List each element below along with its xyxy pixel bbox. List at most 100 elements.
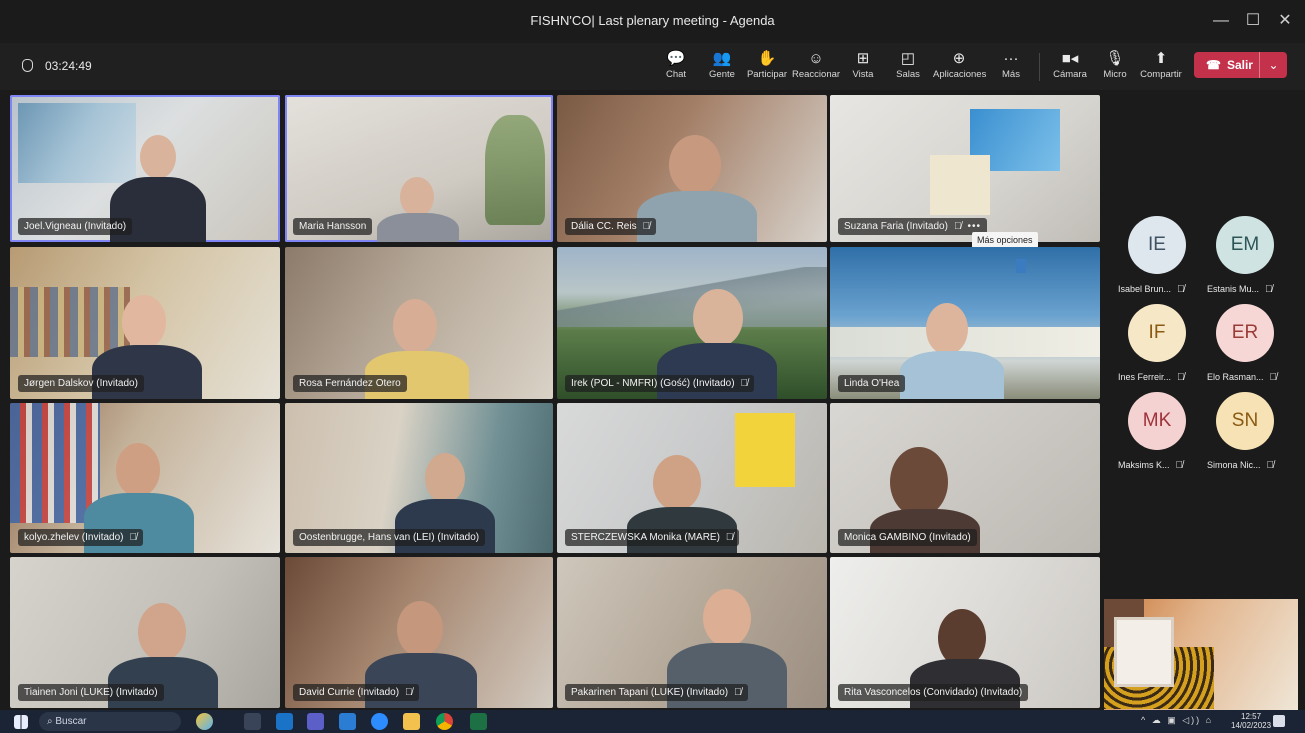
muted-mic-icon: 🎙̸ xyxy=(1175,460,1184,471)
participant-name: STERCZEWSKA Monika (MARE) 🎙̸ xyxy=(565,529,740,546)
react-button[interactable]: ☺ Reaccionar xyxy=(792,49,840,85)
outlook-icon[interactable] xyxy=(276,713,293,730)
self-view-video[interactable] xyxy=(1104,599,1298,710)
participant-name: Linda O'Hea xyxy=(838,375,906,392)
windows-start-icon[interactable] xyxy=(14,715,28,729)
hand-icon: ✋ xyxy=(757,50,777,67)
close-button[interactable]: ✕ xyxy=(1270,8,1300,34)
notification-icon[interactable] xyxy=(1273,715,1285,727)
video-tile[interactable]: Irek (POL - NMFRI) (Gość) (Invitado) 🎙̸ xyxy=(557,247,827,399)
participant-name: Rita Vasconcelos (Convidado) (Invitado) xyxy=(838,684,1029,701)
maximize-button[interactable]: ☐ xyxy=(1238,8,1268,34)
camera-button[interactable]: ■◂ Cámara xyxy=(1052,49,1088,85)
clock-time: 12:57 xyxy=(1241,712,1262,721)
participant-body xyxy=(900,351,1004,399)
video-tile[interactable]: Jørgen Dalskov (Invitado) xyxy=(10,247,280,399)
video-tile[interactable]: Oostenbrugge, Hans van (LEI) (Invitado) xyxy=(285,403,553,553)
participant-video xyxy=(397,601,443,657)
video-tile[interactable]: Rosa Fernández Otero xyxy=(285,247,553,399)
muted-mic-icon: 🎙̸ xyxy=(129,532,138,543)
participant-video xyxy=(140,135,176,179)
avatar[interactable]: IF xyxy=(1128,304,1186,362)
clock-date: 14/02/2023 xyxy=(1231,721,1272,730)
teams-window: FISHN'CO| Last plenary meeting - Agenda … xyxy=(0,0,1305,733)
avatar[interactable]: MK xyxy=(1128,392,1186,450)
taskbar-search[interactable]: ⌕ Buscar xyxy=(39,712,181,731)
audio-participants-panel: IE Isabel Brun... 🎙̸ EM Estanis Mu... 🎙̸ I… xyxy=(1100,90,1305,598)
teams-icon[interactable] xyxy=(307,713,324,730)
muted-mic-icon: 🎙̸ xyxy=(405,687,413,698)
video-tile[interactable]: Linda O'Hea xyxy=(830,247,1100,399)
video-tile[interactable]: kolyo.zhelev (Invitado) 🎙̸ xyxy=(10,403,280,553)
participant-body xyxy=(637,191,757,242)
participant-name: Pakarinen Tapani (LUKE) (Invitado) 🎙̸ xyxy=(565,684,748,701)
video-tile[interactable]: Joel.Vigneau (Invitado) xyxy=(10,95,280,242)
video-tile[interactable]: David Currie (Invitado) 🎙̸ xyxy=(285,557,553,708)
muted-mic-icon: 🎙̸ xyxy=(953,221,962,232)
participant-name: Joel.Vigneau (Invitado) xyxy=(18,218,133,235)
taskbar-clock[interactable]: 12:57 14/02/2023 xyxy=(1231,712,1271,730)
view-label: Vista xyxy=(852,69,874,80)
minimize-button[interactable]: — xyxy=(1206,8,1236,34)
leave-label: Salir xyxy=(1226,58,1253,72)
chat-button[interactable]: 💬 Chat xyxy=(660,49,692,85)
rooms-button[interactable]: ◰ Salas xyxy=(893,49,923,85)
participant-name: Irek (POL - NMFRI) (Gość) (Invitado) 🎙̸ xyxy=(565,375,755,392)
avatar-name: Simona Nic... 🎙̸ xyxy=(1207,460,1275,471)
word-icon[interactable] xyxy=(339,713,356,730)
people-icon: 👥 xyxy=(712,50,732,67)
video-tile[interactable]: Rita Vasconcelos (Convidado) (Invitado) xyxy=(830,557,1100,708)
participant-video xyxy=(653,455,701,511)
people-label: Gente xyxy=(709,69,735,80)
camera-label: Cámara xyxy=(1053,69,1087,80)
mic-button[interactable]: 🎙 Micro xyxy=(1100,49,1130,85)
avatar-name: Elo Rasman... 🎙̸ xyxy=(1207,372,1278,383)
video-tile[interactable]: Maria Hansson xyxy=(285,95,553,242)
participant-video xyxy=(669,135,721,195)
participant-video xyxy=(138,603,186,661)
participant-name: Monica GAMBINO (Invitado) xyxy=(838,529,977,546)
toolbar-divider xyxy=(1039,53,1040,81)
video-tile[interactable]: Monica GAMBINO (Invitado) xyxy=(830,403,1100,553)
elapsed-time: 03:24:49 xyxy=(45,59,92,73)
camera-icon: ■◂ xyxy=(1061,50,1079,67)
video-tile[interactable]: Dália CC. Reis 🎙̸ xyxy=(557,95,827,242)
avatar[interactable]: ER xyxy=(1216,304,1274,362)
avatar[interactable]: IE xyxy=(1128,216,1186,274)
people-button[interactable]: 👥 Gente xyxy=(704,49,740,85)
leave-button[interactable]: ☎ Salir ⌄ xyxy=(1194,52,1287,78)
more-button[interactable]: ··· Más xyxy=(996,49,1026,85)
leave-options-chevron-icon[interactable]: ⌄ xyxy=(1259,52,1287,78)
avatar[interactable]: SN xyxy=(1216,392,1274,450)
share-icon: ⬆ xyxy=(1154,50,1168,67)
video-tile[interactable]: STERCZEWSKA Monika (MARE) 🎙̸ xyxy=(557,403,827,553)
share-button[interactable]: ⬆ Compartir xyxy=(1138,49,1184,85)
muted-mic-icon: 🎙̸ xyxy=(1265,284,1273,295)
avatar-name: Ines Ferreir... 🎙̸ xyxy=(1118,372,1185,383)
view-button[interactable]: ⊞ Vista xyxy=(848,49,878,85)
meeting-timer: 03:24:49 xyxy=(22,59,92,73)
video-tile[interactable]: Tiainen Joni (LUKE) (Invitado) xyxy=(10,557,280,708)
avatar-name: Estanis Mu... 🎙̸ xyxy=(1207,284,1273,295)
system-tray[interactable]: ^ ☁ ▣ ◁)) ⌂ xyxy=(1141,715,1213,726)
muted-mic-icon: 🎙̸ xyxy=(740,378,749,389)
windows-taskbar: ⌕ Buscar ^ ☁ ▣ ◁)) ⌂ 12:57 14/02/2023 xyxy=(0,710,1305,733)
video-tile[interactable]: Pakarinen Tapani (LUKE) (Invitado) 🎙̸ xyxy=(557,557,827,708)
avatar[interactable]: EM xyxy=(1216,216,1274,274)
file-explorer-icon[interactable] xyxy=(403,713,420,730)
video-tile[interactable]: Suzana Faria (Invitado) 🎙̸ ••• xyxy=(830,95,1100,242)
widgets-icon[interactable] xyxy=(196,713,213,730)
participant-name: Rosa Fernández Otero xyxy=(293,375,407,392)
title-bar: FISHN'CO| Last plenary meeting - Agenda … xyxy=(0,0,1305,43)
shield-icon xyxy=(22,59,33,72)
institute-logo-icon xyxy=(1016,259,1026,273)
excel-icon[interactable] xyxy=(470,713,487,730)
react-label: Reaccionar xyxy=(792,69,841,80)
raise-hand-button[interactable]: ✋ Participar xyxy=(745,49,789,85)
task-view-icon[interactable] xyxy=(244,713,261,730)
zoom-icon[interactable] xyxy=(371,713,388,730)
apps-icon: ⊕ xyxy=(952,50,966,67)
chrome-icon[interactable] xyxy=(436,713,453,730)
more-label: Más xyxy=(1002,69,1020,80)
apps-button[interactable]: ⊕ Aplicaciones xyxy=(933,49,986,85)
